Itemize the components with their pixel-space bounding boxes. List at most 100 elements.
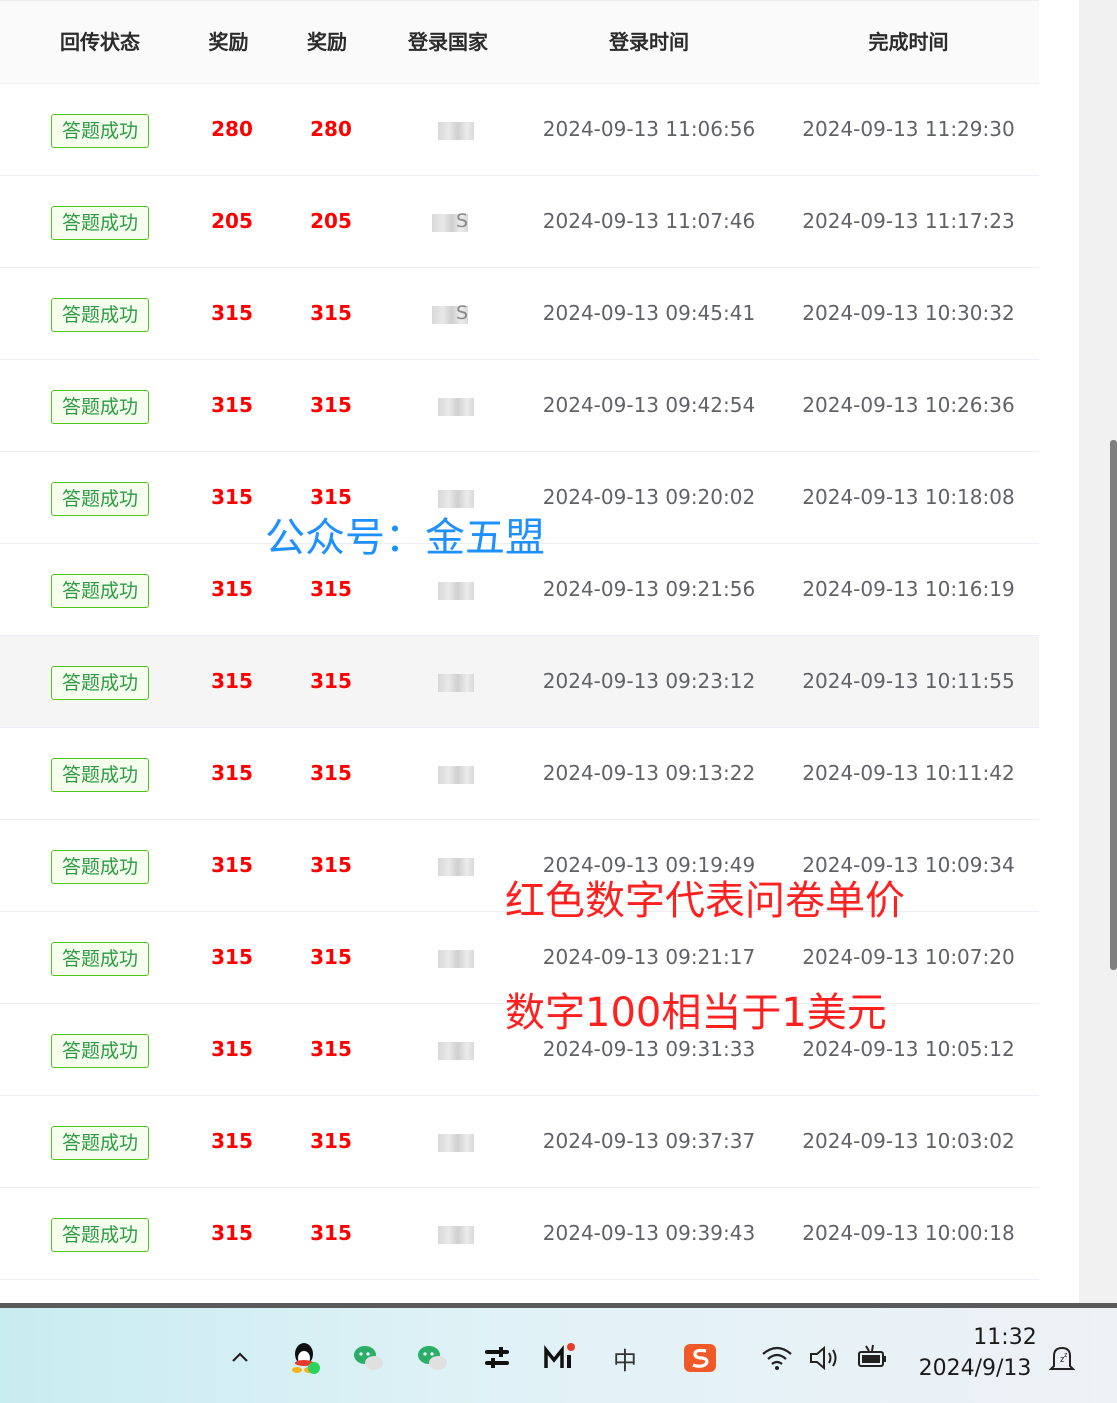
qq-icon[interactable]	[285, 1338, 325, 1378]
complete-time-cell: 2024-09-13 10:26:36	[778, 360, 1039, 451]
reward-cell: 315	[282, 728, 380, 819]
status-badge: 答题成功	[50, 297, 149, 332]
complete-time-cell: 2024-09-13 10:18:08	[778, 452, 1039, 543]
chevron-up-icon[interactable]	[220, 1338, 260, 1378]
header-reward-1: 奖励	[208, 30, 249, 54]
reward-cell: 315	[182, 912, 282, 1003]
status-badge: 答题成功	[50, 389, 149, 424]
annotation-exchange-note: 数字100相当于1美元	[505, 990, 887, 1036]
reward-cell: 315	[282, 820, 380, 911]
country-cell	[380, 636, 520, 727]
reward-value: 315	[211, 945, 253, 969]
blurred-country	[438, 1133, 474, 1152]
status-cell: 答题成功	[18, 1096, 182, 1187]
battery-icon[interactable]	[853, 1338, 893, 1378]
reward-value: 315	[211, 853, 253, 877]
complete-time-cell: 2024-09-13 11:29:30	[778, 84, 1039, 175]
table-body: 答题成功 280 280 2024-09-13 11:06:56 2024-09-13 …	[0, 84, 1039, 1280]
country-suffix: S	[455, 210, 469, 232]
login-time: 2024-09-13 09:21:56	[542, 577, 756, 601]
header-reward-2: 奖励	[307, 30, 347, 54]
login-time: 2024-09-13 09:23:12	[542, 669, 756, 693]
status-cell: 答题成功	[18, 360, 182, 451]
complete-time-cell: 2024-09-13 11:17:23	[778, 176, 1039, 267]
annotation-price-note: 红色数字代表问卷单价	[505, 878, 905, 924]
complete-time: 2024-09-13 10:05:12	[802, 1037, 1015, 1061]
app: 回传状态 奖励 奖励 登录国家 登录时间 完成时间 答题成功 280 280 2024…	[0, 0, 1117, 1403]
complete-time-cell: 2024-09-13 10:30:32	[778, 268, 1039, 359]
reward-value: 315	[310, 853, 352, 877]
clock-date[interactable]: 2024/9/13	[915, 1356, 1035, 1381]
status-badge: 答题成功	[50, 113, 149, 148]
login-time-cell: 2024-09-13 11:07:46	[520, 176, 778, 267]
wechat-icon[interactable]	[412, 1338, 452, 1378]
reward-value: 315	[310, 1221, 352, 1245]
status-cell: 答题成功	[18, 820, 182, 911]
table-row: 答题成功 315 315 2024-09-13 09:13:22 2024-09-13 …	[0, 728, 1039, 820]
complete-time: 2024-09-13 10:03:02	[802, 1129, 1015, 1153]
reward-value: 315	[310, 393, 352, 417]
status-cell: 答题成功	[18, 176, 182, 267]
reward-cell: 315	[282, 912, 380, 1003]
scrollbar-thumb[interactable]	[1110, 440, 1117, 970]
ime-label: 中	[613, 1346, 637, 1375]
header-country: 登录国家	[408, 30, 488, 54]
header-status: 回传状态	[60, 30, 140, 54]
status-cell: 答题成功	[18, 268, 182, 359]
login-time-cell: 2024-09-13 09:45:41	[520, 268, 778, 359]
sliders-icon[interactable]	[477, 1338, 517, 1378]
header-login-time: 登录时间	[609, 30, 689, 54]
mi-icon[interactable]	[540, 1338, 580, 1378]
complete-time-cell: 2024-09-13 10:00:18	[778, 1188, 1039, 1279]
wifi-icon[interactable]	[757, 1338, 797, 1378]
reward-cell: 315	[282, 268, 380, 359]
login-time: 2024-09-13 11:07:46	[542, 209, 756, 233]
complete-time-cell: 2024-09-13 10:03:02	[778, 1096, 1039, 1187]
complete-time: 2024-09-13 10:26:36	[802, 393, 1015, 417]
reward-cell: 315	[182, 820, 282, 911]
status-badge: 答题成功	[50, 481, 149, 516]
table-row: 答题成功 315 315 S 2024-09-13 09:45:41 2024-09-13…	[0, 268, 1039, 360]
reward-cell: 315	[282, 1004, 380, 1095]
complete-time: 2024-09-13 10:07:20	[802, 945, 1015, 969]
blurred-country	[438, 121, 474, 140]
table-row: 答题成功 315 315 2024-09-13 09:23:12 2024-09-13 …	[0, 636, 1039, 728]
reward-value: 315	[211, 393, 253, 417]
blurred-country	[438, 581, 474, 600]
wechat-icon[interactable]	[348, 1338, 388, 1378]
complete-time: 2024-09-13 11:29:30	[802, 117, 1015, 141]
survey-results-table: 回传状态 奖励 奖励 登录国家 登录时间 完成时间 答题成功 280 280 2024…	[0, 0, 1039, 1280]
ime-icon[interactable]: 中	[605, 1338, 645, 1378]
blurred-country	[438, 673, 474, 692]
table-row: 答题成功 315 315 2024-09-13 09:37:37 2024-09-13 …	[0, 1096, 1039, 1188]
reward-cell: 205	[282, 176, 380, 267]
blurred-country	[438, 1225, 474, 1244]
reward-value: 315	[310, 1129, 352, 1153]
reward-cell: 315	[182, 360, 282, 451]
status-badge: 答题成功	[50, 849, 149, 884]
country-suffix: S	[455, 302, 469, 324]
country-cell	[380, 912, 520, 1003]
country-cell	[380, 1004, 520, 1095]
complete-time: 2024-09-13 10:16:19	[802, 577, 1015, 601]
notification-icon[interactable]: z z	[1042, 1338, 1082, 1378]
complete-time-cell: 2024-09-13 10:11:42	[778, 728, 1039, 819]
reward-cell: 315	[182, 1096, 282, 1187]
reward-value: 315	[211, 577, 253, 601]
sogou-icon[interactable]	[680, 1338, 720, 1378]
table-header: 回传状态 奖励 奖励 登录国家 登录时间 完成时间	[0, 0, 1039, 84]
page-margin	[1039, 0, 1079, 1305]
status-cell: 答题成功	[18, 636, 182, 727]
reward-cell: 315	[182, 728, 282, 819]
status-badge: 答题成功	[50, 1217, 149, 1252]
reward-value: 315	[211, 1037, 253, 1061]
country-cell	[380, 820, 520, 911]
status-cell: 答题成功	[18, 452, 182, 543]
reward-value: 315	[211, 1129, 253, 1153]
status-cell: 答题成功	[18, 1004, 182, 1095]
volume-icon[interactable]	[805, 1338, 845, 1378]
taskbar: 中 11:32 2024/9/13 z z	[0, 1308, 1117, 1403]
reward-value: 315	[310, 669, 352, 693]
login-time-cell: 2024-09-13 09:42:54	[520, 360, 778, 451]
reward-value: 205	[310, 209, 352, 233]
